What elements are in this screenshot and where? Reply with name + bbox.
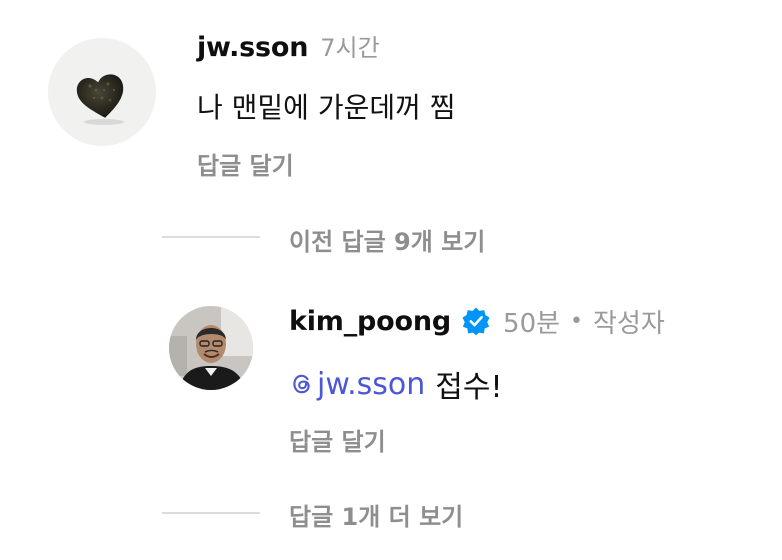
reply-time: 50분 bbox=[503, 308, 561, 339]
reply-body-text: 접수! bbox=[435, 370, 503, 405]
comment-header: jw.sson 7시간 bbox=[197, 28, 380, 68]
separator-dot: • bbox=[570, 308, 584, 334]
reply-avatar-photo bbox=[169, 306, 253, 390]
mention-username: jw.sson bbox=[317, 366, 426, 402]
author-badge: 작성자 bbox=[593, 308, 665, 339]
thread-divider-bottom bbox=[162, 512, 260, 514]
reply-to-reply-button[interactable]: 답글 달기 bbox=[289, 422, 386, 457]
reply-username[interactable]: kim_poong bbox=[289, 306, 451, 337]
comment-username[interactable]: jw.sson bbox=[197, 32, 308, 63]
comment-thread: jw.sson 7시간 나 맨밑에 가운데꺼 찜 답글 달기 이전 답글 9개 … bbox=[0, 0, 782, 560]
mention-link[interactable]: jw.sson bbox=[289, 367, 425, 402]
view-more-replies-button[interactable]: 답글 1개 더 보기 bbox=[289, 497, 463, 532]
comment-text: 나 맨밑에 가운데꺼 찜 bbox=[197, 91, 456, 124]
heart-avatar-image bbox=[76, 74, 124, 125]
view-previous-replies-button[interactable]: 이전 답글 9개 보기 bbox=[289, 222, 485, 257]
reply-header: kim_poong 50분 • 작성자 bbox=[289, 300, 665, 342]
avatar[interactable] bbox=[48, 38, 156, 146]
thread-divider bbox=[162, 236, 260, 238]
threads-at-icon bbox=[293, 374, 310, 394]
reply-avatar[interactable] bbox=[169, 306, 253, 390]
reply-button[interactable]: 답글 달기 bbox=[197, 146, 294, 181]
reply-text: jw.sson 접수! bbox=[289, 362, 503, 406]
verified-badge-icon bbox=[462, 307, 490, 336]
comment-time: 7시간 bbox=[320, 34, 380, 62]
